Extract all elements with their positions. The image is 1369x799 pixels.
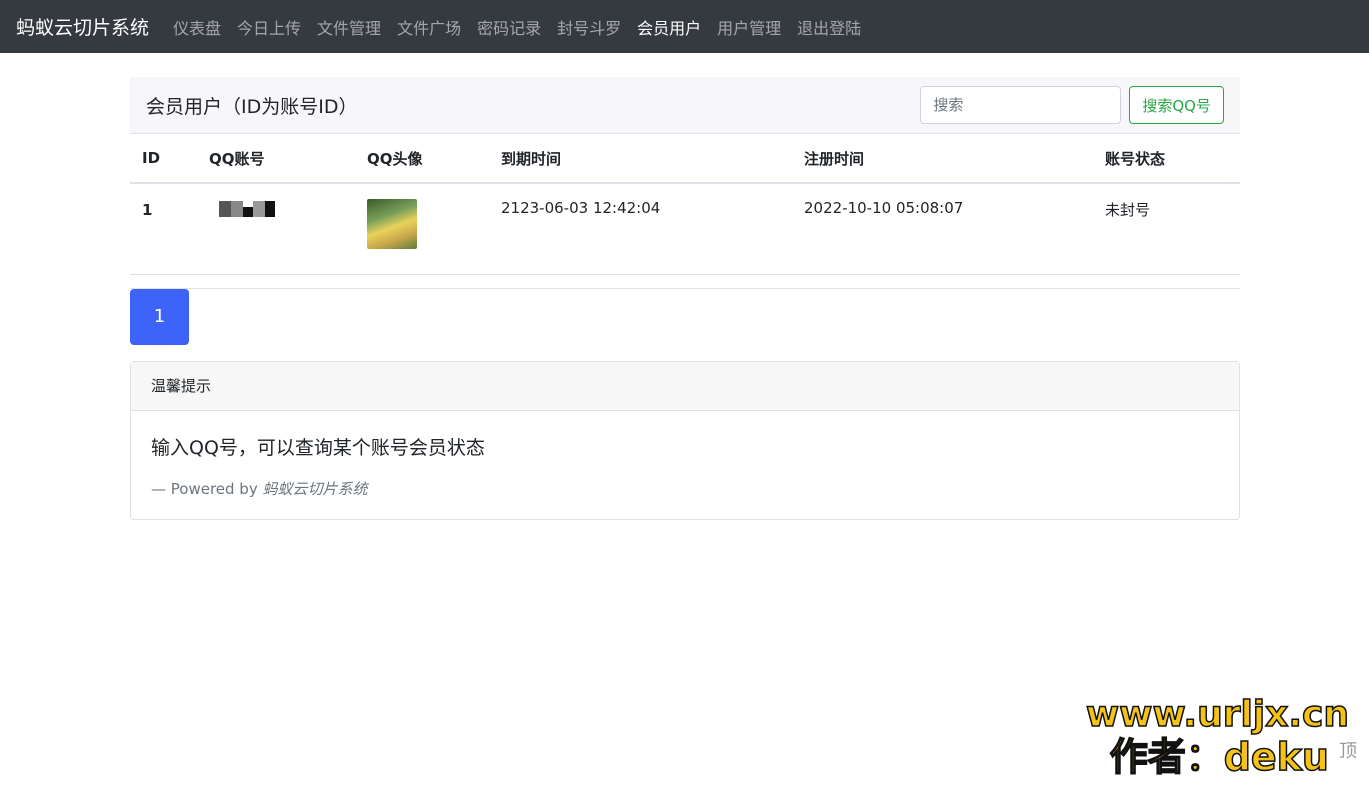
cell-id: 1 [130, 183, 197, 275]
nav-item-password-records[interactable]: 密码记录 [469, 15, 549, 39]
nav-item-dashboard[interactable]: 仪表盘 [165, 15, 229, 39]
tip-footer: — Powered by 蚂蚁云切片系统 [151, 478, 1219, 499]
tip-body: 输入QQ号，可以查询某个账号会员状态 — Powered by 蚂蚁云切片系统 [131, 411, 1239, 519]
column-header-register-time: 注册时间 [792, 134, 1093, 184]
brand-title[interactable]: 蚂蚁云切片系统 [16, 13, 149, 40]
table-row: 1 2123-06-03 12:42:04 2022-10-10 05:08:0… [130, 183, 1240, 275]
nav-item-logout[interactable]: 退出登陆 [789, 15, 869, 39]
panel-title: 会员用户（ID为账号ID） [146, 95, 358, 118]
cell-register-time: 2022-10-10 05:08:07 [792, 183, 1093, 275]
watermark-author: 作者：deku [1109, 734, 1330, 780]
watermark-url: www.urljx.cn [1085, 694, 1350, 736]
column-header-id: ID [130, 134, 197, 184]
main-container: 会员用户（ID为账号ID） 搜索QQ号 ID QQ账号 QQ头像 到期时间 注册… [130, 77, 1240, 520]
column-header-qq-avatar: QQ头像 [355, 134, 489, 184]
tip-header: 温馨提示 [131, 361, 1239, 411]
cell-account-status: 未封号 [1093, 183, 1240, 275]
vip-users-table: ID QQ账号 QQ头像 到期时间 注册时间 账号状态 1 2123-06-03… [130, 134, 1240, 275]
panel-header: 会员用户（ID为账号ID） 搜索QQ号 [130, 77, 1240, 134]
pagination: 1 [130, 288, 1240, 345]
cell-qq-avatar [355, 183, 489, 275]
search-input[interactable] [920, 86, 1122, 124]
nav-item-file-management[interactable]: 文件管理 [309, 15, 389, 39]
masked-qq-number [219, 201, 279, 217]
tip-footer-prefix: — Powered by [151, 479, 263, 498]
column-header-account-status: 账号状态 [1093, 134, 1240, 184]
column-header-qq-account: QQ账号 [197, 134, 355, 184]
nav-menu: 仪表盘 今日上传 文件管理 文件广场 密码记录 封号斗罗 会员用户 用户管理 退… [165, 15, 869, 39]
avatar [367, 199, 417, 249]
top-navbar: 蚂蚁云切片系统 仪表盘 今日上传 文件管理 文件广场 密码记录 封号斗罗 会员用… [0, 0, 1369, 53]
nav-item-vip-users[interactable]: 会员用户 [629, 15, 709, 39]
search-qq-button[interactable]: 搜索QQ号 [1129, 86, 1224, 124]
nav-item-user-management[interactable]: 用户管理 [709, 15, 789, 39]
search-form: 搜索QQ号 [920, 86, 1224, 124]
nav-item-today-upload[interactable]: 今日上传 [229, 15, 309, 39]
page-button-current[interactable]: 1 [130, 288, 189, 345]
table-footer-divider [130, 275, 1240, 289]
column-header-expire-time: 到期时间 [489, 134, 792, 184]
watermark: www.urljx.cn 作者：deku [1085, 694, 1350, 780]
table-header-row: ID QQ账号 QQ头像 到期时间 注册时间 账号状态 [130, 134, 1240, 184]
tip-footer-source: 蚂蚁云切片系统 [262, 479, 368, 498]
nav-item-ban[interactable]: 封号斗罗 [549, 15, 629, 39]
cell-expire-time: 2123-06-03 12:42:04 [489, 183, 792, 275]
nav-item-file-square[interactable]: 文件广场 [389, 15, 469, 39]
cell-qq-account [197, 183, 355, 275]
tip-card: 温馨提示 输入QQ号，可以查询某个账号会员状态 — Powered by 蚂蚁云… [130, 360, 1240, 520]
tip-text: 输入QQ号，可以查询某个账号会员状态 [151, 436, 485, 459]
